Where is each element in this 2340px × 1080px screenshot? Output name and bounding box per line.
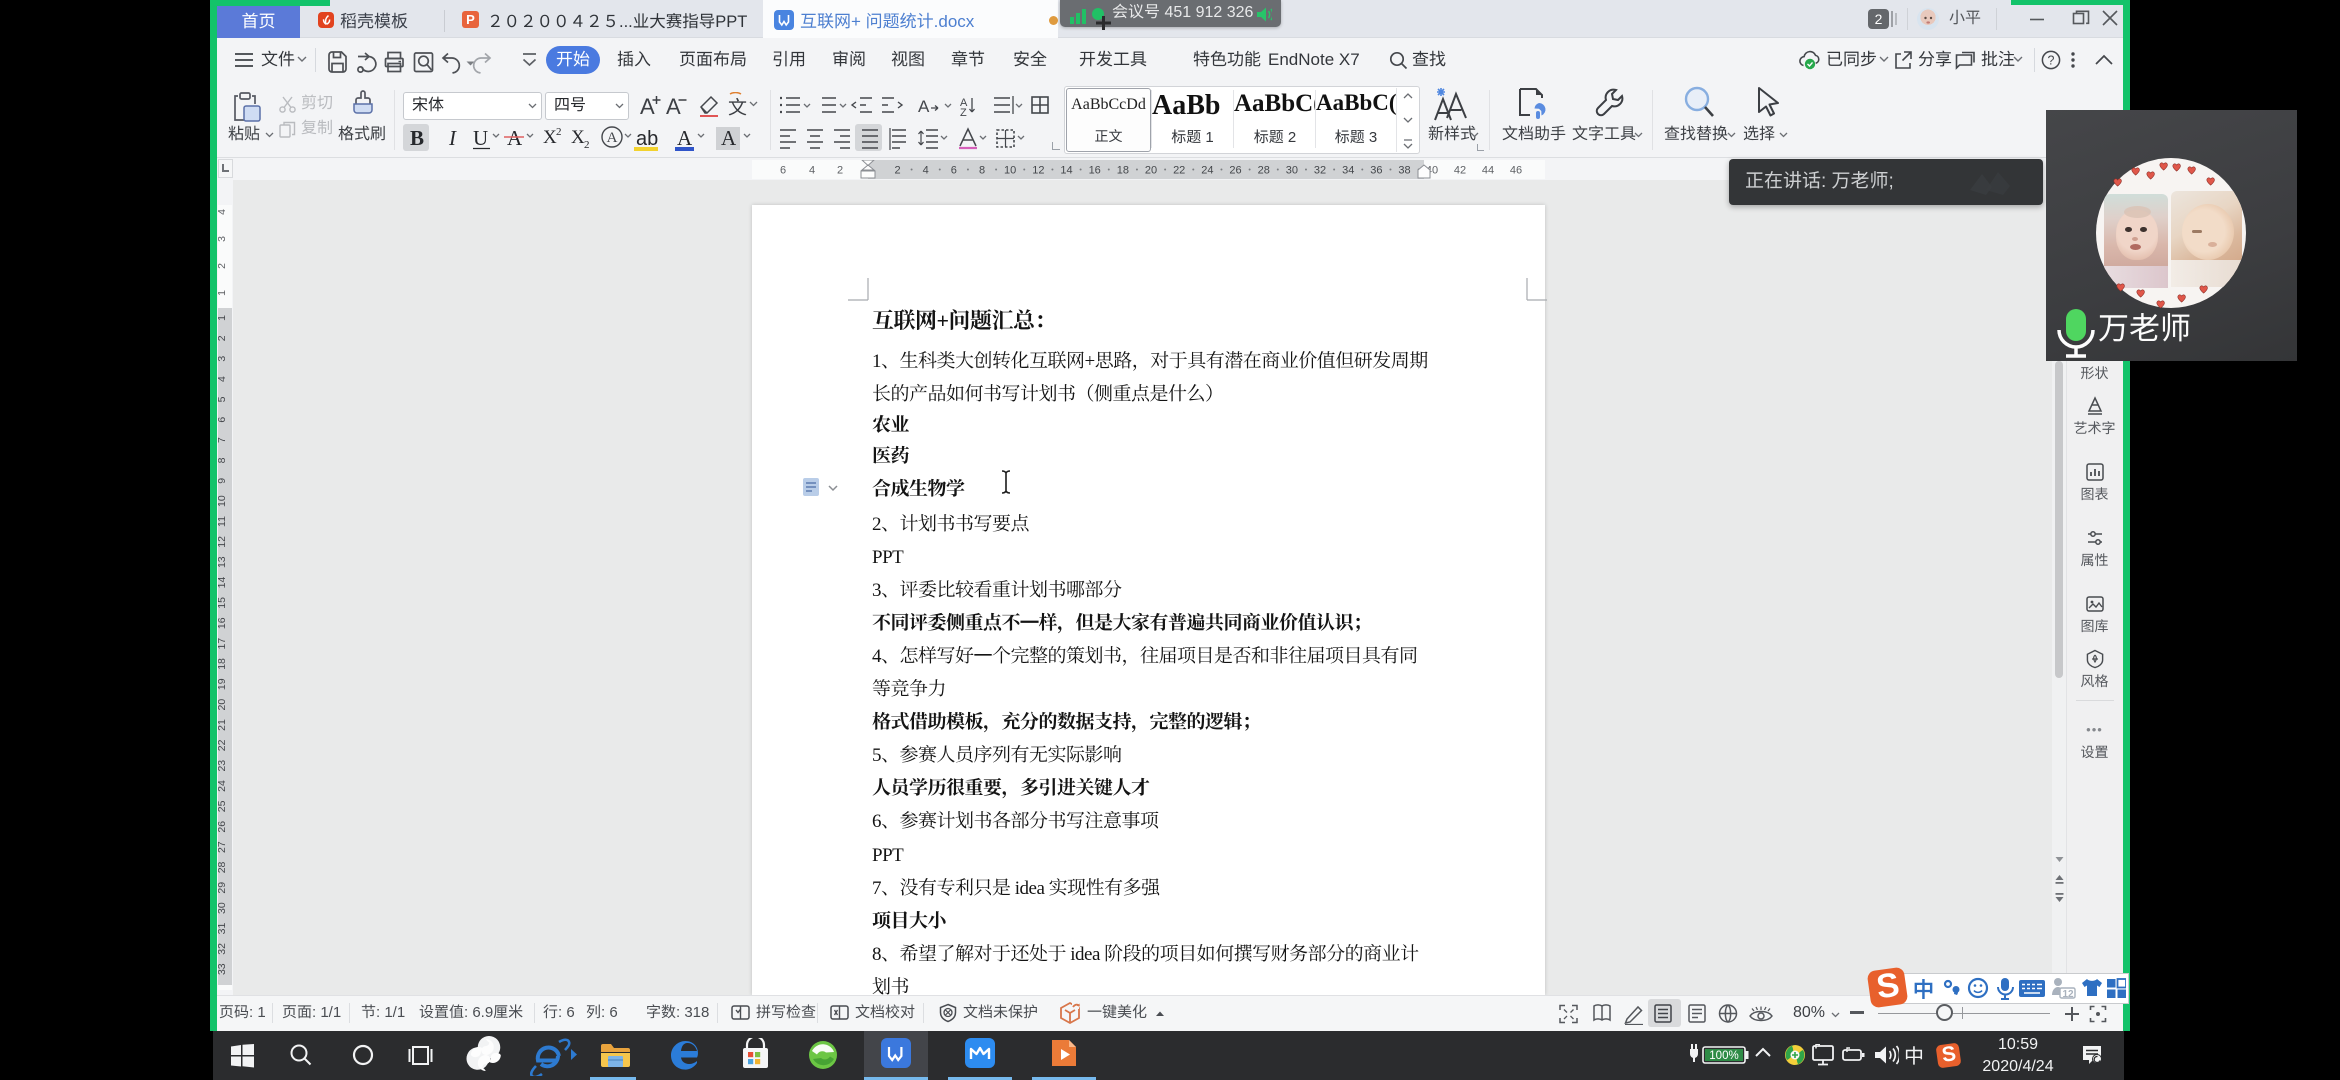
svg-text:3: 3 (218, 356, 228, 362)
svg-text:8: 8 (979, 165, 985, 177)
svg-text:38: 38 (1398, 165, 1410, 177)
svg-text:26: 26 (1229, 165, 1241, 177)
svg-text:30: 30 (218, 902, 228, 914)
svg-text:16: 16 (218, 617, 228, 629)
svg-text:4: 4 (218, 209, 228, 215)
svg-text:2: 2 (584, 139, 590, 151)
svg-text:A: A (507, 126, 523, 150)
svg-text:12: 12 (1032, 165, 1044, 177)
svg-text:34: 34 (1342, 165, 1354, 177)
svg-text:10: 10 (218, 495, 228, 507)
svg-text:32: 32 (1314, 165, 1326, 177)
svg-text:20: 20 (1145, 165, 1157, 177)
svg-text:33: 33 (218, 963, 228, 975)
svg-text:6: 6 (780, 165, 786, 177)
svg-text:20: 20 (218, 699, 228, 711)
svg-text:30: 30 (1286, 165, 1298, 177)
svg-text:24: 24 (218, 780, 228, 792)
svg-text:2: 2 (218, 263, 228, 269)
svg-text:46: 46 (1510, 165, 1522, 177)
svg-text:18: 18 (218, 658, 228, 670)
svg-text:4: 4 (809, 165, 815, 177)
svg-text:6: 6 (951, 165, 957, 177)
svg-text:2: 2 (894, 165, 900, 177)
svg-text:42: 42 (1454, 165, 1466, 177)
svg-text:2: 2 (837, 165, 843, 177)
svg-text:Z: Z (960, 107, 967, 119)
svg-text:B: B (410, 126, 424, 150)
svg-text:A: A (607, 130, 618, 146)
svg-text:14: 14 (218, 577, 228, 589)
svg-text:6: 6 (218, 417, 228, 423)
svg-text:26: 26 (218, 821, 228, 833)
svg-text:?: ? (2048, 53, 2055, 67)
svg-text:22: 22 (218, 739, 228, 751)
svg-text:X: X (571, 127, 585, 148)
svg-text:29: 29 (218, 882, 228, 894)
svg-text:2: 2 (556, 126, 562, 138)
svg-text:中: 中 (1913, 976, 1934, 1002)
svg-text:2: 2 (218, 335, 228, 341)
svg-text:1: 1 (218, 290, 228, 296)
svg-text:15: 15 (218, 597, 228, 609)
svg-text:8: 8 (218, 457, 228, 463)
svg-text:22: 22 (1173, 165, 1185, 177)
svg-text:X: X (543, 127, 557, 148)
svg-text:25: 25 (218, 800, 228, 812)
svg-text:4: 4 (923, 165, 929, 177)
svg-text:12: 12 (218, 536, 228, 548)
svg-text:36: 36 (1370, 165, 1382, 177)
svg-text:32: 32 (218, 943, 228, 955)
svg-text:14: 14 (1060, 165, 1072, 177)
svg-text:U: U (473, 126, 488, 150)
svg-text:28: 28 (218, 861, 228, 873)
svg-text:5: 5 (218, 396, 228, 402)
svg-text:A: A (721, 126, 737, 150)
svg-text:11: 11 (218, 516, 228, 527)
svg-text:A: A (677, 126, 693, 150)
svg-text:13: 13 (218, 556, 228, 568)
svg-text:28: 28 (1258, 165, 1270, 177)
svg-text:16: 16 (1089, 165, 1101, 177)
svg-text:7: 7 (218, 437, 228, 443)
svg-text:18: 18 (1117, 165, 1129, 177)
svg-text:I: I (448, 126, 457, 150)
svg-text:10: 10 (1004, 165, 1016, 177)
svg-text:3: 3 (218, 236, 228, 242)
svg-text:A: A (640, 94, 655, 119)
svg-text:文: 文 (728, 93, 747, 120)
svg-text:1: 1 (218, 315, 228, 321)
svg-text:21: 21 (218, 719, 228, 731)
svg-text:24: 24 (1201, 165, 1213, 177)
svg-text:A: A (666, 94, 681, 119)
svg-text:ab: ab (636, 128, 658, 150)
svg-text:44: 44 (1482, 165, 1494, 177)
svg-text:4: 4 (218, 376, 228, 382)
svg-text:31: 31 (218, 923, 228, 935)
svg-text:27: 27 (218, 841, 228, 853)
svg-text:A: A (918, 97, 930, 116)
svg-text:23: 23 (218, 760, 228, 772)
svg-text:19: 19 (218, 678, 228, 690)
svg-text:9: 9 (218, 478, 228, 484)
svg-text:17: 17 (218, 638, 228, 650)
svg-text:12: 12 (2063, 989, 2075, 1000)
svg-text:100%: 100% (1709, 1050, 1738, 1062)
